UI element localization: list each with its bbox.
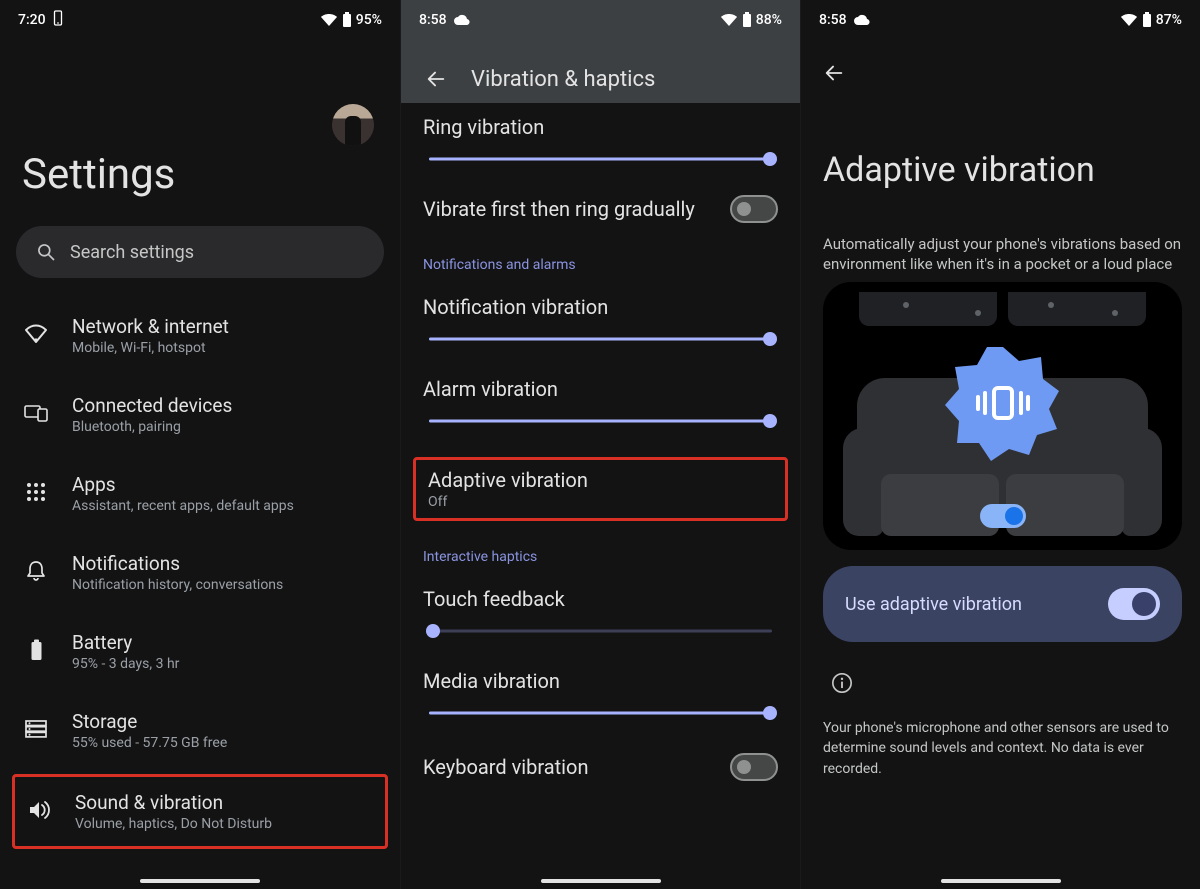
- row-title: Keyboard vibration: [423, 755, 589, 779]
- row-title: Touch feedback: [423, 587, 778, 611]
- item-title: Apps: [72, 473, 294, 496]
- battery-icon: [1142, 12, 1152, 28]
- screen-adaptive-vibration: 8:58 87% Adaptive vibration Automaticall…: [800, 0, 1200, 889]
- device-icon: [52, 10, 64, 30]
- row-title: Adaptive vibration: [428, 468, 773, 492]
- page-subtitle: Automatically adjust your phone's vibrat…: [823, 234, 1182, 275]
- hero-toggle-icon: [980, 504, 1026, 528]
- row-ring-vibration[interactable]: Ring vibration: [401, 115, 800, 173]
- item-sub: Assistant, recent apps, default apps: [72, 498, 294, 514]
- cloud-icon: [453, 14, 471, 26]
- profile-avatar[interactable]: [332, 104, 374, 146]
- search-input[interactable]: Search settings: [16, 226, 384, 278]
- item-sound-vibration[interactable]: Sound & vibration Volume, haptics, Do Not…: [12, 774, 388, 849]
- status-bar: 8:58 88%: [401, 0, 800, 40]
- wifi-icon: [22, 324, 50, 348]
- nav-bar-handle[interactable]: [140, 879, 260, 883]
- keyboard-vibration-toggle[interactable]: [730, 753, 778, 781]
- screen-settings: 7:20 95% Settings Search settings Networ…: [0, 0, 400, 889]
- media-vibration-slider[interactable]: [423, 699, 778, 727]
- alarm-vibration-slider[interactable]: [423, 407, 778, 435]
- battery-level: 88%: [756, 12, 782, 28]
- storage-icon: [22, 720, 50, 742]
- item-title: Battery: [72, 631, 179, 654]
- search-placeholder: Search settings: [70, 242, 194, 263]
- wifi-icon: [1120, 13, 1138, 27]
- battery-level: 95%: [356, 12, 382, 28]
- item-notifications[interactable]: Notifications Notification history, conve…: [0, 533, 400, 612]
- section-notifications-alarms: Notifications and alarms: [401, 257, 800, 273]
- notification-vibration-slider[interactable]: [423, 325, 778, 353]
- settings-list: Network & internet Mobile, Wi-Fi, hotspot…: [0, 296, 400, 889]
- back-button[interactable]: [419, 62, 453, 96]
- info-icon: [831, 672, 853, 698]
- item-title: Notifications: [72, 552, 283, 575]
- row-title: Alarm vibration: [423, 377, 778, 401]
- item-title: Connected devices: [72, 394, 232, 417]
- row-alarm-vibration[interactable]: Alarm vibration: [401, 377, 800, 435]
- vibrate-first-toggle[interactable]: [730, 195, 778, 223]
- section-interactive-haptics: Interactive haptics: [401, 549, 800, 565]
- status-time: 8:58: [419, 12, 447, 28]
- app-bar: 8:58 88% Vibration & haptics: [401, 0, 800, 103]
- cloud-icon: [853, 14, 871, 26]
- page-title: Settings: [22, 150, 175, 199]
- privacy-note: Your phone's microphone and other sensor…: [823, 718, 1182, 779]
- row-keyboard-vibration[interactable]: Keyboard vibration: [401, 753, 800, 781]
- apps-grid-icon: [22, 482, 50, 506]
- wifi-icon: [320, 13, 338, 27]
- row-adaptive-vibration[interactable]: Adaptive vibration Off: [413, 457, 788, 521]
- touch-feedback-slider[interactable]: [423, 617, 778, 645]
- volume-icon: [25, 799, 53, 825]
- status-bar: 7:20 95%: [0, 0, 400, 40]
- use-adaptive-vibration-card[interactable]: Use adaptive vibration: [823, 566, 1182, 642]
- search-icon: [36, 242, 56, 262]
- row-media-vibration[interactable]: Media vibration: [401, 669, 800, 727]
- item-sub: Bluetooth, pairing: [72, 419, 232, 435]
- wifi-icon: [720, 13, 738, 27]
- page-title: Adaptive vibration: [823, 150, 1178, 190]
- item-title: Network & internet: [72, 315, 229, 338]
- bell-icon: [22, 560, 50, 586]
- card-label: Use adaptive vibration: [845, 594, 1022, 615]
- item-sub: 55% used - 57.75 GB free: [72, 735, 227, 751]
- row-sub: Off: [428, 494, 773, 510]
- item-sub: Notification history, conversations: [72, 577, 283, 593]
- battery-icon: [22, 639, 50, 665]
- row-title: Ring vibration: [423, 115, 778, 139]
- row-title: Media vibration: [423, 669, 778, 693]
- battery-icon: [742, 12, 752, 28]
- nav-bar-handle[interactable]: [541, 879, 661, 883]
- battery-icon: [342, 12, 352, 28]
- status-time: 8:58: [819, 12, 847, 28]
- item-connected-devices[interactable]: Connected devices Bluetooth, pairing: [0, 375, 400, 454]
- row-title: Vibrate first then ring gradually: [423, 197, 695, 221]
- status-time: 7:20: [18, 12, 46, 28]
- devices-icon: [22, 404, 50, 426]
- row-notification-vibration[interactable]: Notification vibration: [401, 295, 800, 353]
- item-sub: Volume, haptics, Do Not Disturb: [75, 816, 272, 832]
- use-adaptive-vibration-toggle[interactable]: [1108, 588, 1160, 620]
- screen-vibration-haptics: 8:58 88% Vibration & haptics Ring vibrat…: [400, 0, 800, 889]
- item-storage[interactable]: Storage 55% used - 57.75 GB free: [0, 691, 400, 770]
- item-title: Storage: [72, 710, 227, 733]
- page-title: Vibration & haptics: [471, 67, 655, 92]
- hero-illustration: [823, 282, 1182, 550]
- item-title: Sound & vibration: [75, 791, 272, 814]
- row-vibrate-first[interactable]: Vibrate first then ring gradually: [401, 195, 800, 223]
- nav-bar-handle[interactable]: [941, 879, 1061, 883]
- battery-level: 87%: [1156, 12, 1182, 28]
- row-touch-feedback[interactable]: Touch feedback: [401, 587, 800, 645]
- item-battery[interactable]: Battery 95% - 3 days, 3 hr: [0, 612, 400, 691]
- row-title: Notification vibration: [423, 295, 778, 319]
- item-sub: 95% - 3 days, 3 hr: [72, 656, 179, 672]
- status-bar: 8:58 87%: [801, 0, 1200, 40]
- ring-vibration-slider[interactable]: [423, 145, 778, 173]
- vibration-burst-icon: [938, 338, 1068, 472]
- item-apps[interactable]: Apps Assistant, recent apps, default apps: [0, 454, 400, 533]
- item-network[interactable]: Network & internet Mobile, Wi-Fi, hotspot: [0, 296, 400, 375]
- back-button[interactable]: [817, 56, 851, 90]
- item-sub: Mobile, Wi-Fi, hotspot: [72, 340, 229, 356]
